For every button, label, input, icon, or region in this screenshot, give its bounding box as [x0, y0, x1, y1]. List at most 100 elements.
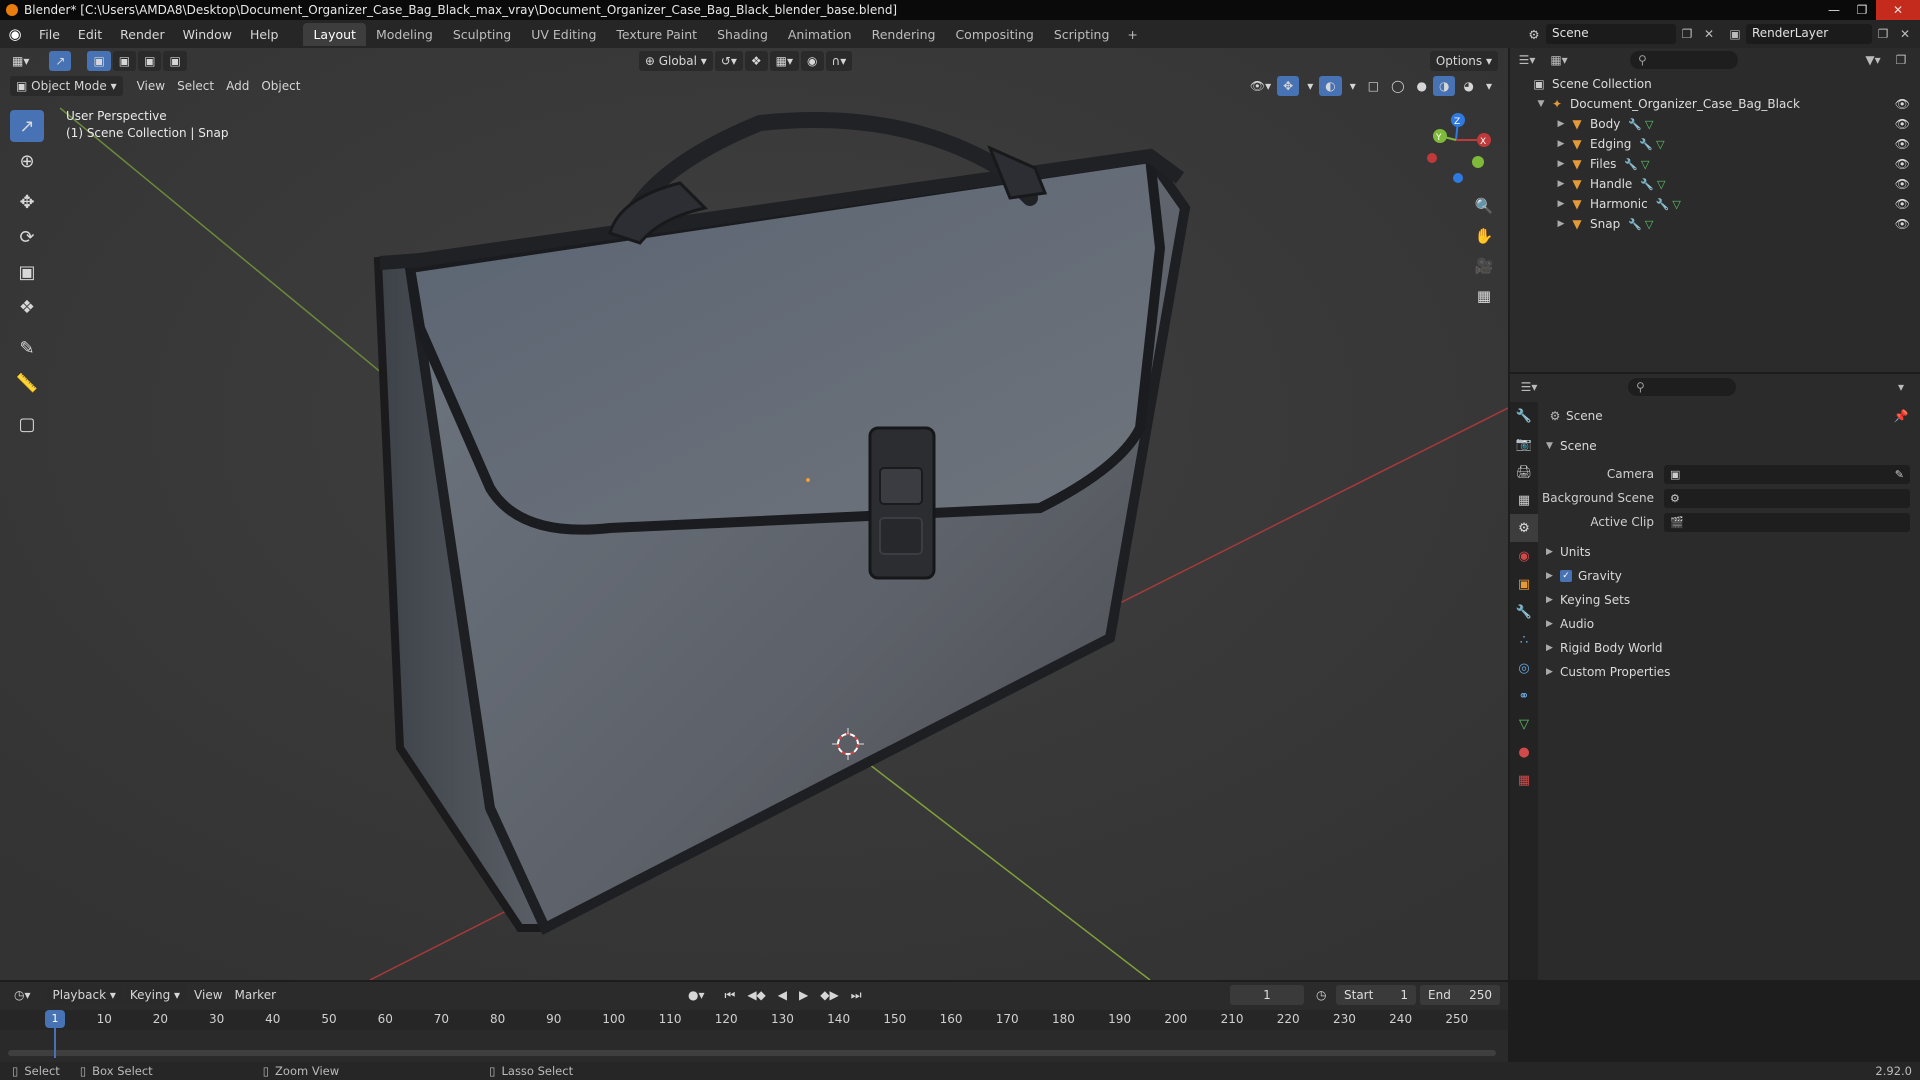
expand-toggle-icon[interactable]: ▶	[1554, 199, 1568, 209]
tab-texture-paint[interactable]: Texture Paint	[606, 23, 707, 46]
jump-start-icon[interactable]: ⏮	[719, 985, 742, 1005]
snap-toggle-icon[interactable]: ❖	[744, 51, 768, 71]
pivot-point-icon[interactable]: ↺▾	[714, 51, 743, 71]
scene-panel-header[interactable]: ▼ Scene	[1540, 434, 1918, 458]
viewport-menu-object[interactable]: Object	[255, 76, 306, 96]
minimize-button[interactable]: —	[1820, 0, 1848, 20]
select-mode-subtract-icon[interactable]: ▣	[138, 51, 162, 71]
editor-type-icon[interactable]: ▦▾	[6, 51, 35, 71]
timeline-ruler[interactable]: 1102030405060708090100110120130140150160…	[0, 1010, 1508, 1030]
wireframe-shading-icon[interactable]: ◯	[1385, 76, 1410, 96]
menu-edit[interactable]: Edit	[69, 27, 111, 42]
tab-animation[interactable]: Animation	[778, 23, 862, 46]
select-mode-extend-icon[interactable]: ▣	[112, 51, 137, 71]
eyedropper-icon[interactable]: ✎	[1895, 468, 1904, 481]
shading-dropdown-icon[interactable]: ▾	[1480, 76, 1498, 96]
render-tab-icon[interactable]: 📷	[1510, 430, 1538, 458]
expand-toggle-icon[interactable]: ▶	[1554, 119, 1568, 129]
keying-menu[interactable]: Keying ▾	[123, 985, 187, 1005]
menu-window[interactable]: Window	[174, 27, 241, 42]
units-panel-header[interactable]: ▶ Units	[1540, 540, 1918, 564]
outliner-item-harmonic[interactable]: ▶ ▼ Harmonic 🔧▽ 👁	[1510, 194, 1920, 214]
particles-tab-icon[interactable]: ∴	[1510, 626, 1538, 654]
menu-file[interactable]: File	[30, 27, 69, 42]
select-mode-new-icon[interactable]: ▣	[87, 51, 111, 71]
renderlayer-selector[interactable]: ▣ RenderLayer ❐ ✕	[1724, 24, 1916, 44]
properties-editor-icon[interactable]: ☰▾	[1518, 380, 1540, 394]
expand-toggle-icon[interactable]: ▶	[1554, 219, 1568, 229]
gravity-checkbox[interactable]: ✓	[1560, 570, 1572, 582]
scene-tab-icon[interactable]: ⚙	[1510, 514, 1538, 542]
zoom-icon[interactable]: 🔍	[1470, 192, 1498, 220]
select-box-tool-icon[interactable]: ↗	[10, 110, 44, 142]
object-mode-dropdown[interactable]: ▣ Object Mode ▾	[10, 76, 123, 96]
viewport-menu-add[interactable]: Add	[220, 76, 255, 96]
outliner-editor-icon[interactable]: ☰▾	[1516, 53, 1538, 67]
background-scene-field[interactable]: ⚙	[1664, 488, 1910, 508]
prev-keyframe-icon[interactable]: ◀◆	[741, 985, 771, 1005]
solid-shading-icon[interactable]: ●	[1411, 76, 1433, 96]
remove-renderlayer-icon[interactable]: ✕	[1894, 27, 1916, 41]
camera-field[interactable]: ▣ ✎	[1664, 464, 1910, 484]
add-workspace-button[interactable]: +	[1119, 23, 1145, 46]
outliner-item-edging[interactable]: ▶ ▼ Edging 🔧▽ 👁	[1510, 134, 1920, 154]
renderlayer-name-field[interactable]: RenderLayer	[1746, 24, 1872, 44]
start-frame-field[interactable]: Start 1	[1336, 985, 1416, 1005]
play-icon[interactable]: ▶	[793, 985, 814, 1005]
transform-tool-icon[interactable]: ❖	[10, 291, 44, 323]
expand-toggle-icon[interactable]: ▼	[1534, 99, 1548, 109]
remove-scene-icon[interactable]: ✕	[1698, 27, 1720, 41]
tab-sculpting[interactable]: Sculpting	[443, 23, 521, 46]
gravity-panel-header[interactable]: ▶ ✓ Gravity	[1540, 564, 1918, 588]
new-collection-icon[interactable]: ❐	[1890, 53, 1912, 67]
camera-view-icon[interactable]: 🎥	[1470, 252, 1498, 280]
blender-menu-icon[interactable]: ◉	[0, 25, 30, 43]
keying-sets-panel-header[interactable]: ▶ Keying Sets	[1540, 588, 1918, 612]
outliner-scene-collection[interactable]: ▣ Scene Collection	[1510, 74, 1920, 94]
outliner-item-snap[interactable]: ▶ ▼ Snap 🔧▽ 👁	[1510, 214, 1920, 234]
rendered-shading-icon[interactable]: ◕	[1457, 76, 1479, 96]
playhead[interactable]: 1	[45, 1010, 65, 1028]
ortho-toggle-grid-icon[interactable]: ▦	[1470, 282, 1498, 310]
new-scene-icon[interactable]: ❐	[1676, 27, 1698, 41]
view-layer-tab-icon[interactable]: ▦	[1510, 486, 1538, 514]
timeline-menu-view[interactable]: View	[188, 985, 228, 1005]
tab-uv-editing[interactable]: UV Editing	[521, 23, 606, 46]
timeline-scrollbar[interactable]	[8, 1050, 1496, 1056]
xray-toggle-icon[interactable]: □	[1362, 76, 1385, 96]
proportional-editing-icon[interactable]: ◉	[801, 51, 824, 71]
show-gizmo-icon[interactable]: ✥	[1277, 76, 1300, 96]
object-tab-icon[interactable]: ▣	[1510, 570, 1538, 598]
scale-tool-icon[interactable]: ▣	[10, 256, 44, 288]
jump-end-icon[interactable]: ⏭	[845, 985, 868, 1005]
measure-tool-icon[interactable]: 📏	[10, 367, 44, 399]
tab-scripting[interactable]: Scripting	[1044, 23, 1120, 46]
texture-tab-icon[interactable]: ▦	[1510, 766, 1538, 794]
3d-viewport[interactable]: Z X Y	[0, 48, 1508, 980]
visibility-eye-icon[interactable]: 👁	[1895, 197, 1910, 211]
tab-rendering[interactable]: Rendering	[862, 23, 946, 46]
play-reverse-icon[interactable]: ◀	[772, 985, 793, 1005]
outliner-search-input[interactable]: ⚲	[1630, 51, 1738, 69]
scene-selector[interactable]: ⚙ Scene ❐ ✕	[1522, 24, 1720, 44]
gizmo-dropdown-icon[interactable]: ▾	[1301, 76, 1319, 96]
scene-name-field[interactable]: Scene	[1546, 24, 1676, 44]
outliner-item-handle[interactable]: ▶ ▼ Handle 🔧▽ 👁	[1510, 174, 1920, 194]
audio-panel-header[interactable]: ▶ Audio	[1540, 612, 1918, 636]
preview-range-icon[interactable]: ◷	[1310, 985, 1332, 1005]
physics-tab-icon[interactable]: ◎	[1510, 654, 1538, 682]
properties-search-input[interactable]: ⚲	[1628, 378, 1736, 396]
transform-orientation-dropdown[interactable]: ⊕ Global ▾	[638, 51, 713, 71]
new-renderlayer-icon[interactable]: ❐	[1872, 27, 1894, 41]
rigid-body-world-panel-header[interactable]: ▶ Rigid Body World	[1540, 636, 1918, 660]
close-button[interactable]: ✕	[1876, 0, 1920, 20]
end-frame-field[interactable]: End 250	[1420, 985, 1500, 1005]
visibility-eye-icon[interactable]: 👁	[1895, 97, 1910, 111]
expand-toggle-icon[interactable]: ▶	[1554, 139, 1568, 149]
constraints-tab-icon[interactable]: ⚭	[1510, 682, 1538, 710]
playback-menu[interactable]: Playback ▾	[46, 985, 122, 1005]
select-mode-intersect-icon[interactable]: ▣	[163, 51, 187, 71]
proportional-falloff-icon[interactable]: ∩▾	[825, 51, 853, 71]
outliner-item-collection[interactable]: ▼ ✦ Document_Organizer_Case_Bag_Black 👁	[1510, 94, 1920, 114]
tab-modeling[interactable]: Modeling	[366, 23, 443, 46]
